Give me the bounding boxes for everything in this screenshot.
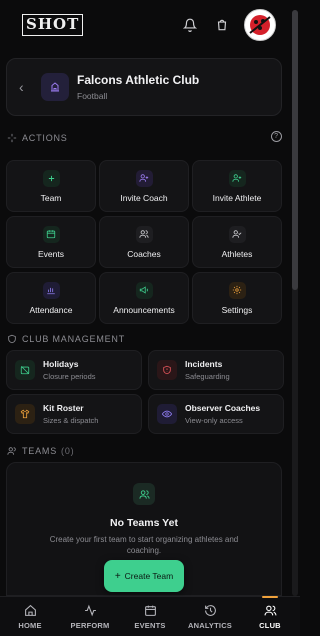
- bottom-nav: HOME PERFORM EVENTS ANALYTICS CLUB: [0, 596, 300, 636]
- mgmt-kit-roster[interactable]: Kit Roster Sizes & dispatch: [6, 394, 142, 434]
- club-logo-icon: [41, 73, 69, 101]
- history-icon: [203, 604, 217, 618]
- mgmt-title: Holidays: [43, 359, 79, 369]
- nav-club[interactable]: CLUB: [240, 597, 300, 636]
- action-label: Attendance: [29, 304, 73, 315]
- action-label: Settings: [221, 304, 253, 315]
- action-settings[interactable]: Settings: [192, 272, 282, 324]
- mgmt-title: Observer Coaches: [185, 403, 261, 413]
- empty-state-title: No Teams Yet: [110, 517, 178, 529]
- back-chevron-icon[interactable]: ‹: [19, 79, 37, 95]
- bell-icon[interactable]: [178, 13, 202, 37]
- user-plus-icon: [228, 169, 246, 187]
- nav-label: EVENTS: [134, 620, 166, 630]
- users-icon: [263, 604, 277, 618]
- sparkle-icon: [6, 132, 18, 144]
- teams-section-header: TEAMS (0): [6, 443, 282, 459]
- action-label: Events: [38, 248, 64, 259]
- mgmt-observer-coaches[interactable]: Observer Coaches View-only access: [148, 394, 284, 434]
- nav-events[interactable]: EVENTS: [120, 597, 180, 636]
- scrollbar-thumb[interactable]: [292, 10, 298, 290]
- users-icon: [133, 483, 155, 505]
- actions-grid: Team Invite Coach Invite Athlete Events …: [6, 160, 282, 324]
- mgmt-subtitle: Sizes & dispatch: [43, 416, 99, 425]
- nav-label: PERFORM: [70, 620, 110, 630]
- club-management-title: CLUB MANAGEMENT: [22, 334, 126, 344]
- action-label: Team: [40, 192, 62, 203]
- users-icon: [135, 225, 153, 243]
- empty-state-description: Create your first team to start organizi…: [49, 535, 239, 555]
- mgmt-subtitle: View-only access: [185, 416, 243, 425]
- action-coaches[interactable]: Coaches: [99, 216, 189, 268]
- create-team-button[interactable]: + Create Team: [104, 560, 184, 592]
- actions-title: ACTIONS: [22, 133, 68, 143]
- avatar[interactable]: [244, 9, 276, 41]
- plus-icon: [42, 169, 60, 187]
- help-icon[interactable]: ?: [271, 131, 282, 142]
- mgmt-title: Incidents: [185, 359, 223, 369]
- club-management-section-header: CLUB MANAGEMENT: [6, 331, 282, 347]
- action-invite-coach[interactable]: Invite Coach: [99, 160, 189, 212]
- mgmt-title: Kit Roster: [43, 403, 84, 413]
- calendar-icon: [42, 225, 60, 243]
- club-management-grid: Holidays Closure periods Incidents Safeg…: [6, 350, 284, 434]
- mgmt-incidents[interactable]: Incidents Safeguarding: [148, 350, 284, 390]
- shield-icon: [6, 333, 18, 345]
- users-icon: [6, 445, 18, 457]
- action-label: Invite Athlete: [212, 192, 262, 203]
- nav-label: ANALYTICS: [187, 620, 233, 630]
- teams-count: (0): [61, 446, 75, 456]
- nav-label: CLUB: [259, 620, 281, 630]
- nav-home[interactable]: HOME: [0, 597, 60, 636]
- gear-icon: [228, 281, 246, 299]
- action-label: Announcements: [113, 304, 175, 315]
- app-logo[interactable]: SHOT: [22, 14, 84, 36]
- club-name: Falcons Athletic Club: [77, 73, 200, 87]
- scrollbar[interactable]: [292, 10, 298, 596]
- teams-title: TEAMS: [22, 446, 58, 456]
- mgmt-holidays[interactable]: Holidays Closure periods: [6, 350, 142, 390]
- action-attendance[interactable]: Attendance: [6, 272, 96, 324]
- cart-icon[interactable]: [210, 13, 234, 37]
- nav-analytics[interactable]: ANALYTICS: [180, 597, 240, 636]
- home-icon: [23, 604, 37, 618]
- club-sport: Football: [77, 91, 108, 101]
- action-team[interactable]: Team: [6, 160, 96, 212]
- action-invite-athlete[interactable]: Invite Athlete: [192, 160, 282, 212]
- actions-section-header: ACTIONS ?: [6, 130, 282, 146]
- plus-icon: +: [114, 570, 121, 582]
- nav-label: HOME: [18, 620, 42, 630]
- club-header-card: ‹ Falcons Athletic Club Football: [6, 58, 282, 116]
- action-events[interactable]: Events: [6, 216, 96, 268]
- shirt-icon: [15, 404, 35, 424]
- action-label: Invite Coach: [120, 192, 168, 203]
- action-athletes[interactable]: Athletes: [192, 216, 282, 268]
- activity-icon: [83, 604, 97, 618]
- shield-alert-icon: [157, 360, 177, 380]
- mgmt-subtitle: Safeguarding: [185, 372, 230, 381]
- user-plus-icon: [135, 169, 153, 187]
- mgmt-subtitle: Closure periods: [43, 372, 96, 381]
- nav-perform[interactable]: PERFORM: [60, 597, 120, 636]
- action-announcements[interactable]: Announcements: [99, 272, 189, 324]
- bar-chart-icon: [42, 281, 60, 299]
- eye-icon: [157, 404, 177, 424]
- user-check-icon: [228, 225, 246, 243]
- create-team-label: Create Team: [124, 571, 174, 581]
- calendar-icon: [143, 604, 157, 618]
- megaphone-icon: [135, 281, 153, 299]
- calendar-off-icon: [15, 360, 35, 380]
- action-label: Coaches: [127, 248, 161, 259]
- action-label: Athletes: [221, 248, 253, 259]
- top-bar: SHOT: [0, 0, 290, 50]
